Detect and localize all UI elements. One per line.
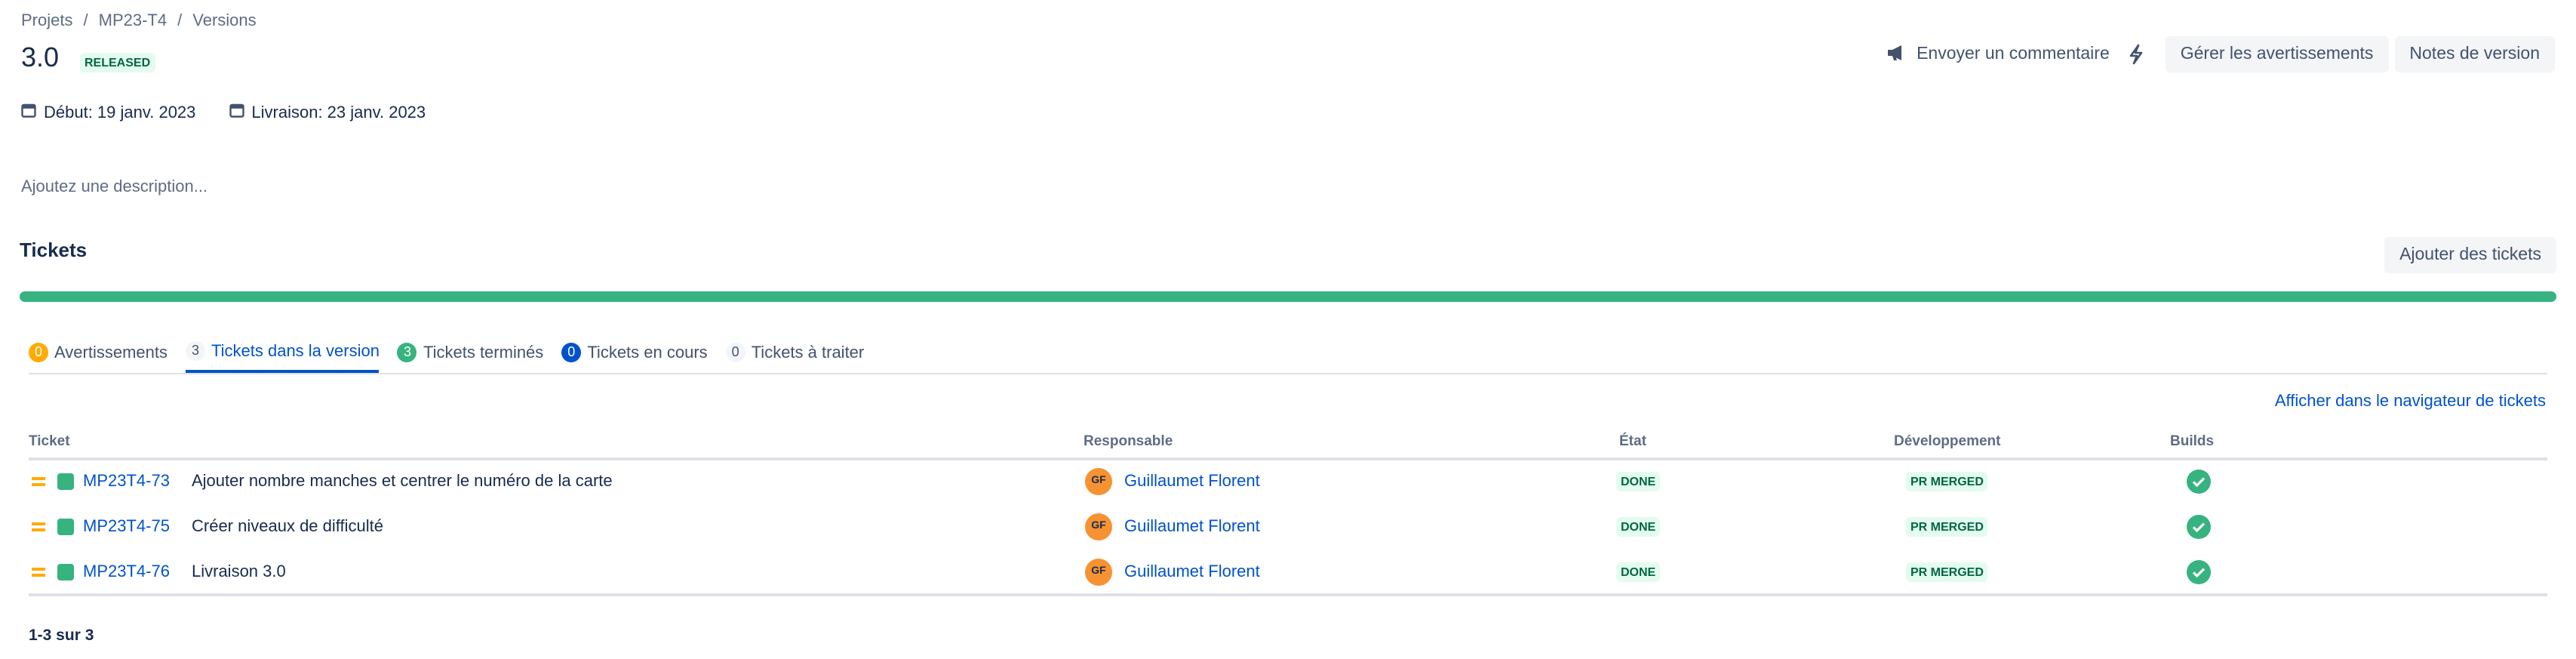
start-date-label: Début: 19 janv. 2023 (44, 103, 196, 122)
development-lozenge[interactable]: PR MERGED (1906, 517, 1988, 537)
tickets-heading: Tickets (20, 239, 88, 261)
column-header-builds[interactable]: Builds (2170, 433, 2214, 450)
table-header: Ticket Responsable État Développement Bu… (29, 433, 2547, 460)
table-row: MP23T4-75 Créer niveaux de difficulté GF… (29, 504, 2547, 550)
breadcrumb-projects[interactable]: Projets (21, 12, 73, 30)
calendar-icon (21, 103, 36, 122)
development-lozenge[interactable]: PR MERGED (1906, 562, 1988, 582)
table-row: MP23T4-73 Ajouter nombre manches et cent… (29, 459, 2547, 504)
header-actions: Envoyer un commentaire Gérer les avertis… (1886, 36, 2555, 72)
issue-summary[interactable]: Ajouter nombre manches et centrer le num… (192, 473, 613, 491)
issue-summary[interactable]: Livraison 3.0 (192, 563, 286, 581)
tab-label: Tickets terminés (423, 343, 544, 362)
build-success-icon[interactable] (2187, 470, 2211, 494)
avatar: GF (1085, 513, 1112, 540)
development-lozenge[interactable]: PR MERGED (1906, 472, 1988, 491)
release-date-label: Livraison: 23 janv. 2023 (251, 103, 426, 122)
story-icon (57, 564, 74, 580)
feedback-label: Envoyer un commentaire (1917, 45, 2110, 63)
assignee-link[interactable]: Guillaumet Florent (1124, 563, 1260, 581)
tab-label: Tickets en cours (587, 343, 708, 362)
status-lozenge: DONE (1616, 472, 1661, 491)
tab-count: 0 (29, 343, 48, 362)
priority-medium-icon (32, 519, 45, 534)
column-header-assignee[interactable]: Responsable (1084, 433, 1173, 450)
breadcrumb: Projets / MP23-T4 / Versions (21, 12, 257, 30)
issue-key-link[interactable]: MP23T4-73 (83, 473, 170, 491)
column-header-ticket[interactable]: Ticket (29, 433, 70, 450)
start-date: Début: 19 janv. 2023 (21, 103, 195, 122)
tab-todo-issues[interactable]: 0 Tickets à traiter (725, 341, 865, 373)
table-divider (29, 593, 2547, 596)
issue-key-link[interactable]: MP23T4-75 (83, 518, 170, 536)
progress-bar (20, 291, 2556, 302)
priority-medium-icon (32, 565, 45, 580)
priority-medium-icon (32, 474, 45, 489)
status-lozenge: DONE (1616, 562, 1661, 582)
feedback-button[interactable]: Envoyer un commentaire (1886, 43, 2110, 66)
tab-label: Tickets à traiter (751, 343, 865, 362)
pagination-info: 1-3 sur 3 (29, 627, 94, 645)
lightning-icon[interactable] (2128, 44, 2144, 65)
release-date: Livraison: 23 janv. 2023 (229, 103, 426, 122)
column-header-development[interactable]: Développement (1894, 433, 2001, 450)
column-header-status[interactable]: État (1619, 433, 1646, 450)
version-dates: Début: 19 janv. 2023 Livraison: 23 janv.… (21, 103, 426, 122)
release-notes-button[interactable]: Notes de version (2394, 36, 2555, 72)
tab-warnings[interactable]: 0 Avertissements (29, 341, 168, 373)
table-row: MP23T4-76 Livraison 3.0 GF Guillaumet Fl… (29, 550, 2547, 595)
build-success-icon[interactable] (2187, 560, 2211, 584)
breadcrumb-versions[interactable]: Versions (192, 12, 256, 30)
manage-warnings-button[interactable]: Gérer les avertissements (2165, 36, 2389, 72)
status-lozenge: DONE (1616, 517, 1661, 537)
view-in-issue-navigator-link[interactable]: Afficher dans le navigateur de tickets (2275, 393, 2546, 411)
calendar-icon (229, 103, 244, 122)
tab-count: 3 (397, 343, 417, 362)
issue-key-link[interactable]: MP23T4-76 (83, 563, 170, 581)
tab-count: 0 (725, 343, 745, 362)
breadcrumb-separator: / (83, 12, 88, 30)
assignee-link[interactable]: Guillaumet Florent (1124, 473, 1260, 491)
build-success-icon[interactable] (2187, 515, 2211, 539)
tab-label: Tickets dans la version (211, 342, 380, 360)
add-tickets-button[interactable]: Ajouter des tickets (2384, 237, 2556, 273)
story-icon (57, 473, 74, 490)
version-title: 3.0 (21, 42, 60, 72)
breadcrumb-separator: / (177, 12, 183, 30)
avatar: GF (1085, 468, 1112, 495)
megaphone-icon (1886, 43, 1907, 66)
breadcrumb-project[interactable]: MP23-T4 (99, 12, 168, 30)
tabs: 0 Avertissements 3 Tickets dans la versi… (29, 341, 864, 373)
story-icon (57, 519, 74, 535)
tab-issues-in-version[interactable]: 3 Tickets dans la version (186, 341, 380, 373)
assignee-link[interactable]: Guillaumet Florent (1124, 518, 1260, 536)
status-badge: RELEASED (80, 53, 155, 72)
tabs-divider (29, 373, 2547, 374)
issue-summary[interactable]: Créer niveaux de difficulté (192, 518, 383, 536)
description-field[interactable]: Ajoutez une description... (21, 178, 207, 196)
tab-in-progress-issues[interactable]: 0 Tickets en cours (561, 341, 708, 373)
tab-count: 3 (186, 341, 205, 361)
avatar: GF (1085, 559, 1112, 586)
tab-count: 0 (561, 343, 582, 362)
tab-label: Avertissements (54, 343, 168, 362)
tab-done-issues[interactable]: 3 Tickets terminés (397, 341, 544, 373)
